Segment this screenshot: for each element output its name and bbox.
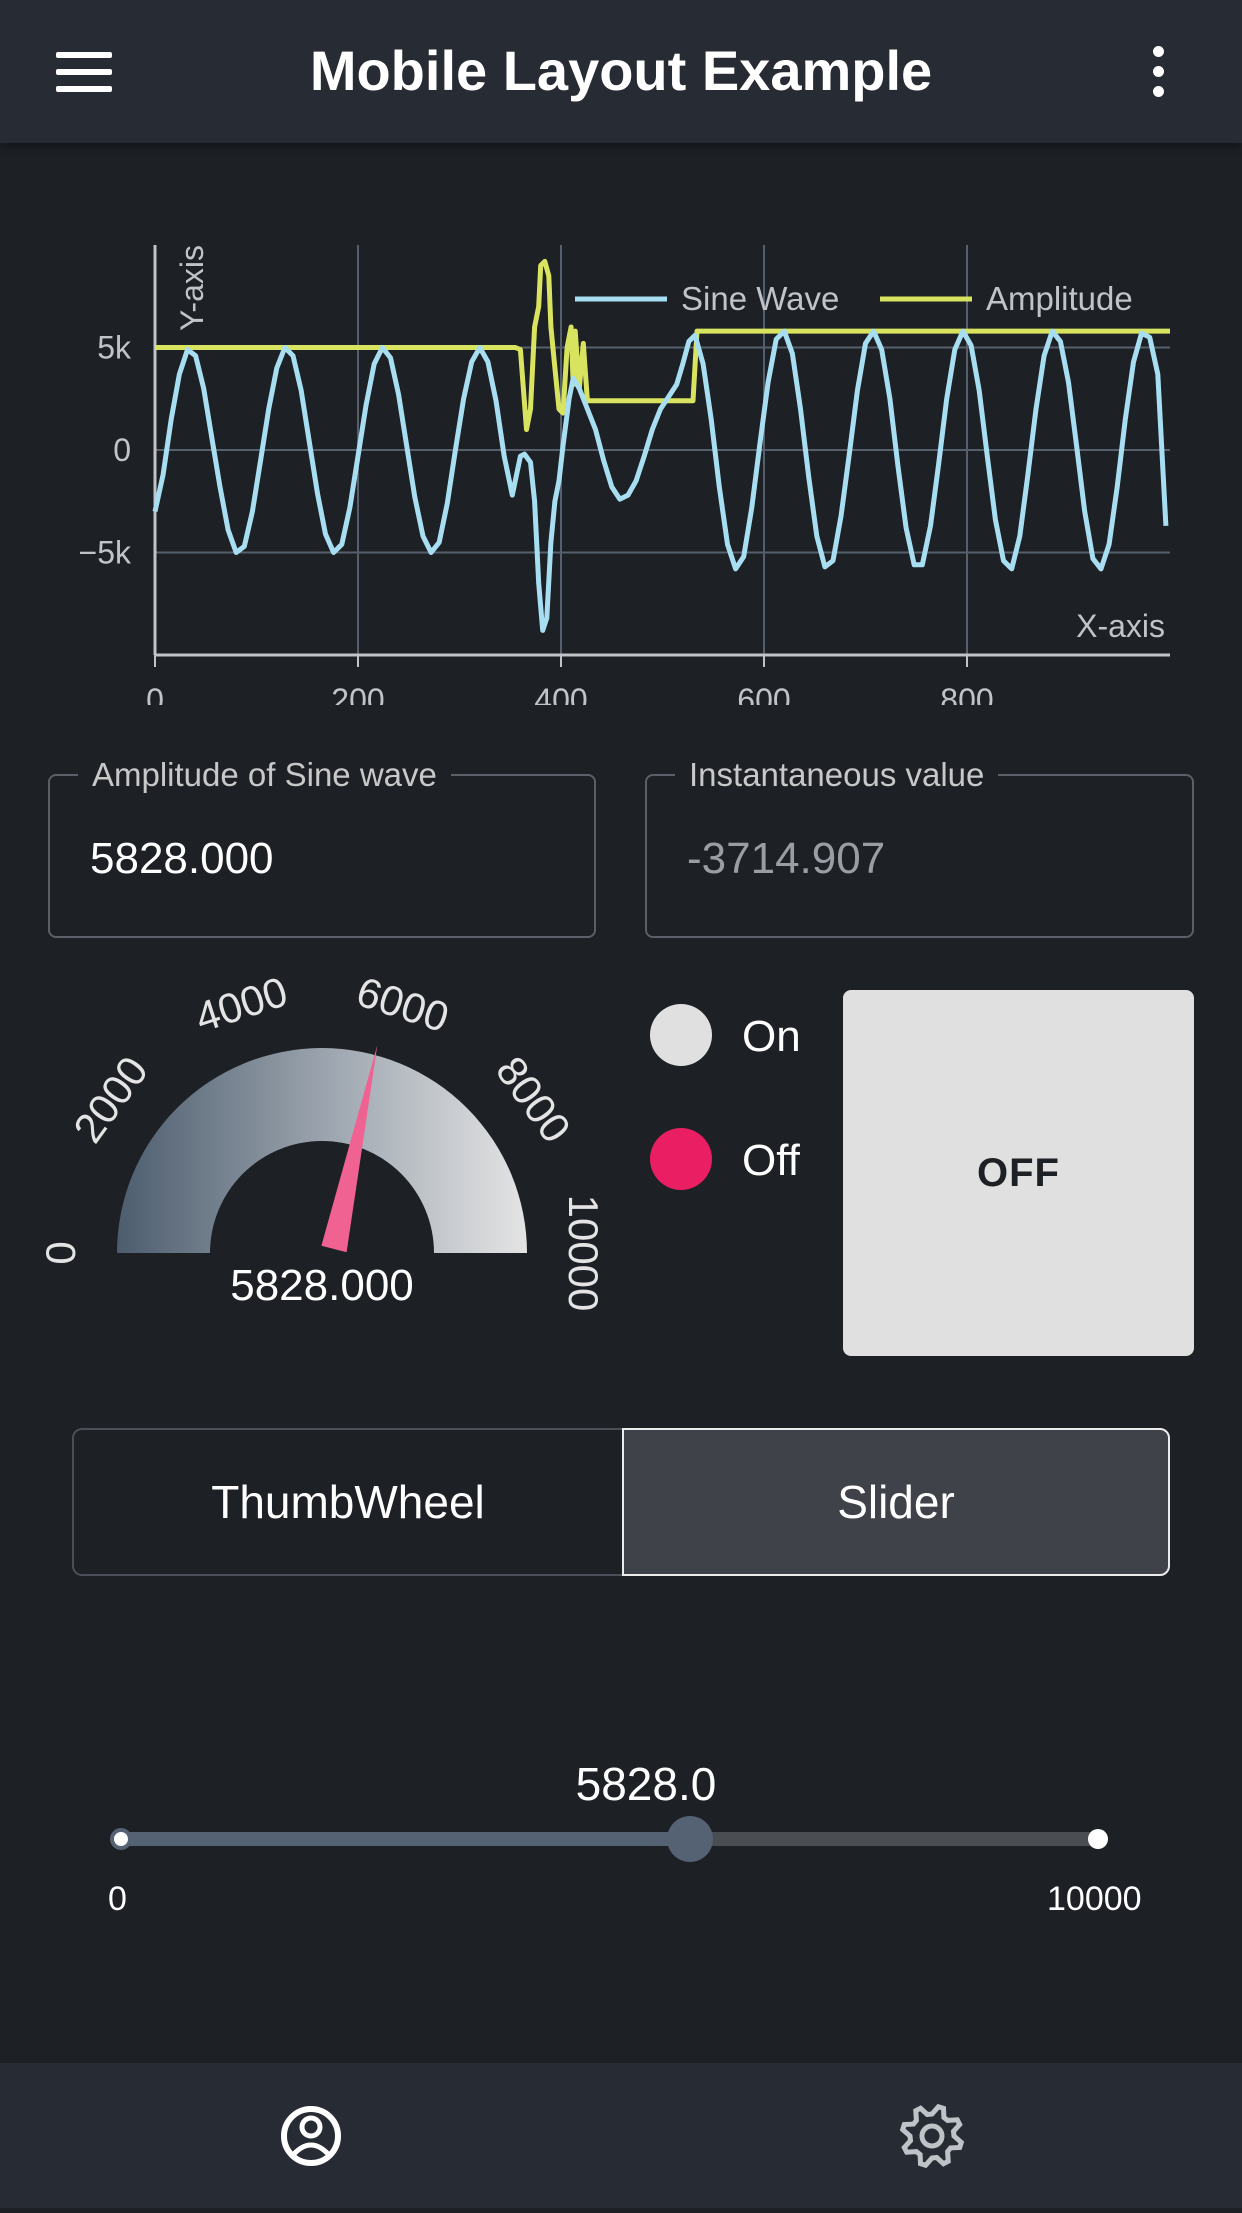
y-tick-label: 5k [97,330,132,366]
tab-settings[interactable] [621,2063,1242,2208]
tab-thumbwheel[interactable]: ThumbWheel [72,1428,622,1576]
account-circle-icon [281,2106,341,2166]
x-axis-label: X-axis [1076,608,1165,644]
tab-slider[interactable]: Slider [622,1428,1170,1576]
sine-wave-chart: 0 200 400 600 800 5k 0 −5k X-axis Y-axis Sine Wav… [79,245,1170,705]
gauge-arc [117,1048,527,1253]
y-tick-label: 0 [113,432,131,468]
amplitude-field-label: Amplitude of Sine wave [78,756,451,794]
gear-icon [899,2103,965,2169]
instantaneous-field-value: -3714.907 [687,834,886,883]
x-tick-label: 400 [534,682,587,705]
amplitude-gauge: 0 2000 4000 6000 8000 10000 5828.000 [40,975,600,1312]
legend-label: Amplitude [986,280,1133,317]
gauge-tick-label: 2000 [64,1048,157,1151]
x-tick-label: 0 [146,682,164,705]
slider-min-label: 0 [108,1880,127,1918]
slider-value-label: 5828.0 [575,1758,717,1810]
radio-on-label: On [742,1012,801,1061]
app-bar: Mobile Layout Example [0,0,1242,143]
instantaneous-field-label: Instantaneous value [675,756,999,794]
y-tick-label: −5k [79,535,132,571]
amplitude-field-value[interactable]: 5828.000 [90,834,274,884]
slider-track-filled[interactable] [120,1832,690,1846]
tab-profile[interactable] [0,2063,621,2208]
series-line-sine-wave [152,328,1169,633]
x-tick-label: 600 [737,682,790,705]
off-toggle-button[interactable]: OFF [843,990,1194,1356]
legend-label: Sine Wave [681,280,839,317]
gauge-tick-label: 10000 [560,1195,600,1312]
slider-end-point [1088,1829,1108,1849]
radio-on[interactable]: On [650,1000,801,1070]
gauge-tick-label: 4000 [190,975,293,1041]
slider-thumb[interactable] [667,1816,713,1862]
chart-legend: Sine Wave Amplitude [575,280,1133,317]
radio-off-label: Off [742,1136,800,1185]
page-title: Mobile Layout Example [309,39,933,102]
more-vertical-icon[interactable] [1150,46,1166,98]
gauge-tick-label: 6000 [351,975,454,1041]
amplitude-field[interactable]: Amplitude of Sine wave 5828.000 [48,756,596,938]
x-tick-label: 800 [940,682,993,705]
radio-off[interactable]: Off [650,1124,800,1194]
slider-max-label: 10000 [1047,1880,1142,1918]
gauge-tick-label: 8000 [487,1048,580,1151]
x-tick-label: 200 [331,682,384,705]
radio-circle-icon[interactable] [650,1128,712,1190]
y-axis-label: Y-axis [174,245,210,331]
gauge-value-text: 5828.000 [230,1261,414,1310]
slider-start-point [110,1828,132,1850]
radio-circle-icon[interactable] [650,1004,712,1066]
instantaneous-field: Instantaneous value -3714.907 [645,756,1194,938]
bottom-navigation [0,2063,1242,2208]
slider-track[interactable] [690,1832,1098,1846]
gauge-tick-label: 0 [40,1241,84,1264]
